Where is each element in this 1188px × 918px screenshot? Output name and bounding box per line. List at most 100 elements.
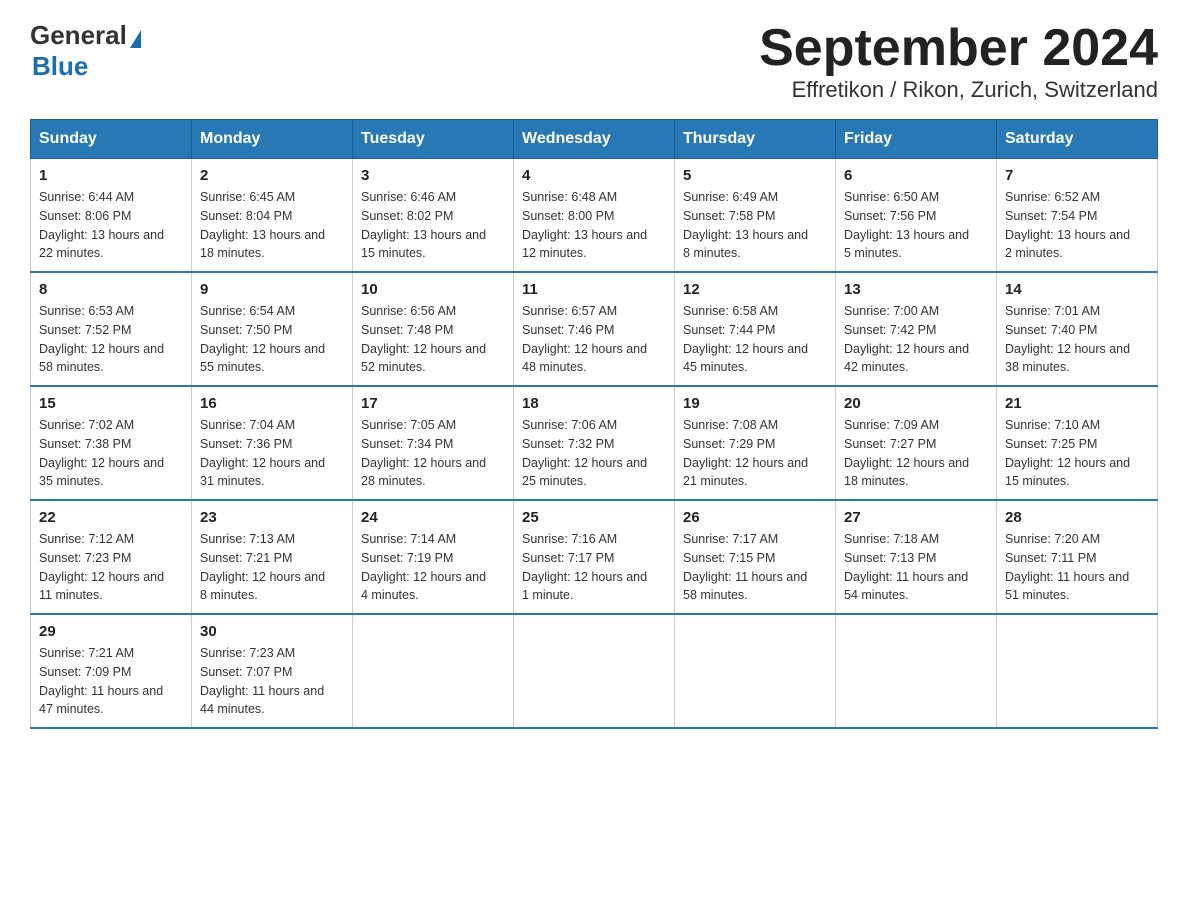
calendar-cell: 28 Sunrise: 7:20 AM Sunset: 7:11 PM Dayl… xyxy=(997,500,1158,614)
day-number: 16 xyxy=(200,395,344,412)
day-info: Sunrise: 7:06 AM Sunset: 7:32 PM Dayligh… xyxy=(522,416,666,491)
day-info: Sunrise: 6:45 AM Sunset: 8:04 PM Dayligh… xyxy=(200,188,344,263)
calendar-cell: 23 Sunrise: 7:13 AM Sunset: 7:21 PM Dayl… xyxy=(192,500,353,614)
day-info: Sunrise: 6:46 AM Sunset: 8:02 PM Dayligh… xyxy=(361,188,505,263)
day-number: 25 xyxy=(522,509,666,526)
day-number: 28 xyxy=(1005,509,1149,526)
day-info: Sunrise: 7:16 AM Sunset: 7:17 PM Dayligh… xyxy=(522,530,666,605)
page-header: General Blue September 2024 Effretikon /… xyxy=(30,20,1158,103)
day-number: 12 xyxy=(683,281,827,298)
day-number: 7 xyxy=(1005,167,1149,184)
day-info: Sunrise: 7:02 AM Sunset: 7:38 PM Dayligh… xyxy=(39,416,183,491)
calendar-week-row: 29 Sunrise: 7:21 AM Sunset: 7:09 PM Dayl… xyxy=(31,614,1158,728)
day-number: 20 xyxy=(844,395,988,412)
calendar-cell: 3 Sunrise: 6:46 AM Sunset: 8:02 PM Dayli… xyxy=(353,159,514,273)
day-info: Sunrise: 7:04 AM Sunset: 7:36 PM Dayligh… xyxy=(200,416,344,491)
day-number: 21 xyxy=(1005,395,1149,412)
day-info: Sunrise: 7:10 AM Sunset: 7:25 PM Dayligh… xyxy=(1005,416,1149,491)
title-block: September 2024 Effretikon / Rikon, Zuric… xyxy=(759,20,1158,103)
header-wednesday: Wednesday xyxy=(514,120,675,159)
day-info: Sunrise: 6:56 AM Sunset: 7:48 PM Dayligh… xyxy=(361,302,505,377)
header-tuesday: Tuesday xyxy=(353,120,514,159)
day-number: 13 xyxy=(844,281,988,298)
calendar-week-row: 22 Sunrise: 7:12 AM Sunset: 7:23 PM Dayl… xyxy=(31,500,1158,614)
calendar-cell: 13 Sunrise: 7:00 AM Sunset: 7:42 PM Dayl… xyxy=(836,272,997,386)
calendar-cell: 15 Sunrise: 7:02 AM Sunset: 7:38 PM Dayl… xyxy=(31,386,192,500)
calendar-cell: 18 Sunrise: 7:06 AM Sunset: 7:32 PM Dayl… xyxy=(514,386,675,500)
calendar-cell: 7 Sunrise: 6:52 AM Sunset: 7:54 PM Dayli… xyxy=(997,159,1158,273)
day-number: 18 xyxy=(522,395,666,412)
calendar-cell: 4 Sunrise: 6:48 AM Sunset: 8:00 PM Dayli… xyxy=(514,159,675,273)
calendar-week-row: 15 Sunrise: 7:02 AM Sunset: 7:38 PM Dayl… xyxy=(31,386,1158,500)
day-info: Sunrise: 7:05 AM Sunset: 7:34 PM Dayligh… xyxy=(361,416,505,491)
day-number: 26 xyxy=(683,509,827,526)
day-info: Sunrise: 6:54 AM Sunset: 7:50 PM Dayligh… xyxy=(200,302,344,377)
day-number: 29 xyxy=(39,623,183,640)
calendar-cell: 19 Sunrise: 7:08 AM Sunset: 7:29 PM Dayl… xyxy=(675,386,836,500)
header-thursday: Thursday xyxy=(675,120,836,159)
day-number: 17 xyxy=(361,395,505,412)
header-monday: Monday xyxy=(192,120,353,159)
calendar-cell: 22 Sunrise: 7:12 AM Sunset: 7:23 PM Dayl… xyxy=(31,500,192,614)
header-sunday: Sunday xyxy=(31,120,192,159)
day-info: Sunrise: 7:18 AM Sunset: 7:13 PM Dayligh… xyxy=(844,530,988,605)
calendar-cell xyxy=(836,614,997,728)
logo-general-text: General xyxy=(30,20,127,51)
calendar-cell: 21 Sunrise: 7:10 AM Sunset: 7:25 PM Dayl… xyxy=(997,386,1158,500)
day-info: Sunrise: 7:12 AM Sunset: 7:23 PM Dayligh… xyxy=(39,530,183,605)
day-number: 15 xyxy=(39,395,183,412)
day-info: Sunrise: 6:50 AM Sunset: 7:56 PM Dayligh… xyxy=(844,188,988,263)
calendar-cell: 6 Sunrise: 6:50 AM Sunset: 7:56 PM Dayli… xyxy=(836,159,997,273)
calendar-cell: 12 Sunrise: 6:58 AM Sunset: 7:44 PM Dayl… xyxy=(675,272,836,386)
day-info: Sunrise: 7:01 AM Sunset: 7:40 PM Dayligh… xyxy=(1005,302,1149,377)
calendar-week-row: 8 Sunrise: 6:53 AM Sunset: 7:52 PM Dayli… xyxy=(31,272,1158,386)
day-number: 24 xyxy=(361,509,505,526)
day-info: Sunrise: 6:44 AM Sunset: 8:06 PM Dayligh… xyxy=(39,188,183,263)
calendar-cell: 25 Sunrise: 7:16 AM Sunset: 7:17 PM Dayl… xyxy=(514,500,675,614)
day-info: Sunrise: 7:09 AM Sunset: 7:27 PM Dayligh… xyxy=(844,416,988,491)
calendar-cell xyxy=(353,614,514,728)
day-info: Sunrise: 7:17 AM Sunset: 7:15 PM Dayligh… xyxy=(683,530,827,605)
day-number: 9 xyxy=(200,281,344,298)
calendar-cell xyxy=(675,614,836,728)
logo: General Blue xyxy=(30,20,141,82)
calendar-cell xyxy=(514,614,675,728)
day-number: 30 xyxy=(200,623,344,640)
calendar-table: Sunday Monday Tuesday Wednesday Thursday… xyxy=(30,119,1158,729)
day-info: Sunrise: 6:49 AM Sunset: 7:58 PM Dayligh… xyxy=(683,188,827,263)
page-subtitle: Effretikon / Rikon, Zurich, Switzerland xyxy=(759,77,1158,103)
calendar-cell: 27 Sunrise: 7:18 AM Sunset: 7:13 PM Dayl… xyxy=(836,500,997,614)
day-number: 14 xyxy=(1005,281,1149,298)
calendar-cell: 17 Sunrise: 7:05 AM Sunset: 7:34 PM Dayl… xyxy=(353,386,514,500)
calendar-cell: 11 Sunrise: 6:57 AM Sunset: 7:46 PM Dayl… xyxy=(514,272,675,386)
day-number: 8 xyxy=(39,281,183,298)
calendar-cell: 9 Sunrise: 6:54 AM Sunset: 7:50 PM Dayli… xyxy=(192,272,353,386)
calendar-cell: 10 Sunrise: 6:56 AM Sunset: 7:48 PM Dayl… xyxy=(353,272,514,386)
day-info: Sunrise: 6:48 AM Sunset: 8:00 PM Dayligh… xyxy=(522,188,666,263)
day-info: Sunrise: 7:20 AM Sunset: 7:11 PM Dayligh… xyxy=(1005,530,1149,605)
day-number: 19 xyxy=(683,395,827,412)
header-friday: Friday xyxy=(836,120,997,159)
day-info: Sunrise: 7:08 AM Sunset: 7:29 PM Dayligh… xyxy=(683,416,827,491)
calendar-cell: 24 Sunrise: 7:14 AM Sunset: 7:19 PM Dayl… xyxy=(353,500,514,614)
day-info: Sunrise: 6:52 AM Sunset: 7:54 PM Dayligh… xyxy=(1005,188,1149,263)
calendar-cell: 14 Sunrise: 7:01 AM Sunset: 7:40 PM Dayl… xyxy=(997,272,1158,386)
header-saturday: Saturday xyxy=(997,120,1158,159)
calendar-cell: 20 Sunrise: 7:09 AM Sunset: 7:27 PM Dayl… xyxy=(836,386,997,500)
calendar-cell: 16 Sunrise: 7:04 AM Sunset: 7:36 PM Dayl… xyxy=(192,386,353,500)
calendar-cell: 26 Sunrise: 7:17 AM Sunset: 7:15 PM Dayl… xyxy=(675,500,836,614)
day-info: Sunrise: 7:14 AM Sunset: 7:19 PM Dayligh… xyxy=(361,530,505,605)
day-info: Sunrise: 7:23 AM Sunset: 7:07 PM Dayligh… xyxy=(200,644,344,719)
day-info: Sunrise: 6:58 AM Sunset: 7:44 PM Dayligh… xyxy=(683,302,827,377)
calendar-cell: 1 Sunrise: 6:44 AM Sunset: 8:06 PM Dayli… xyxy=(31,159,192,273)
day-number: 22 xyxy=(39,509,183,526)
logo-triangle-icon xyxy=(130,30,141,48)
day-number: 1 xyxy=(39,167,183,184)
day-number: 5 xyxy=(683,167,827,184)
logo-blue-text: Blue xyxy=(32,51,88,82)
calendar-cell: 5 Sunrise: 6:49 AM Sunset: 7:58 PM Dayli… xyxy=(675,159,836,273)
calendar-cell: 30 Sunrise: 7:23 AM Sunset: 7:07 PM Dayl… xyxy=(192,614,353,728)
day-info: Sunrise: 7:21 AM Sunset: 7:09 PM Dayligh… xyxy=(39,644,183,719)
day-number: 23 xyxy=(200,509,344,526)
day-info: Sunrise: 6:53 AM Sunset: 7:52 PM Dayligh… xyxy=(39,302,183,377)
